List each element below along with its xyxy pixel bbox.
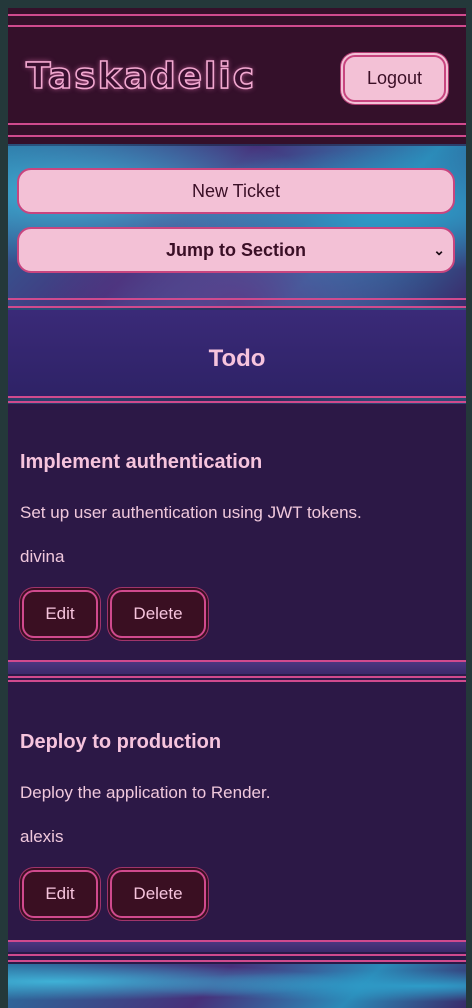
delete-button[interactable]: Delete <box>110 870 206 918</box>
jump-to-section-select[interactable]: Jump to Section ⌄ <box>17 227 455 273</box>
header-top-line <box>8 14 466 16</box>
edit-button[interactable]: Edit <box>22 590 98 638</box>
divider-line <box>8 954 466 956</box>
ticket-card: Implement authentication Set up user aut… <box>8 404 466 660</box>
card-gap <box>8 662 466 674</box>
divider-line <box>8 676 466 678</box>
divider-line <box>8 401 466 403</box>
header: Taskadelic Logout <box>8 8 466 144</box>
logout-button[interactable]: Logout <box>343 55 446 102</box>
chevron-down-icon: ⌄ <box>433 242 445 258</box>
delete-button[interactable]: Delete <box>110 590 206 638</box>
divider-line <box>8 306 466 308</box>
ticket-description: Set up user authentication using JWT tok… <box>20 503 362 522</box>
app-frame: Taskadelic Logout New Ticket Jump to Sec… <box>8 8 466 1008</box>
ticket-card: Deploy to production Deploy the applicat… <box>8 682 466 940</box>
background-band <box>8 964 466 1008</box>
divider-line <box>8 396 466 398</box>
section-title: Todo <box>208 345 266 372</box>
ticket-assignee: divina <box>20 547 65 566</box>
header-bottom-line-inner <box>8 123 466 125</box>
ticket-title: Implement authentication <box>20 451 263 473</box>
new-ticket-button[interactable]: New Ticket <box>17 168 455 214</box>
header-top-line-inner <box>8 25 466 27</box>
divider-line <box>8 960 466 962</box>
app-logo: Taskadelic <box>25 55 257 98</box>
header-bottom-line <box>8 135 466 137</box>
action-bar: New Ticket Jump to Section ⌄ <box>8 146 466 306</box>
card-gap <box>8 942 466 952</box>
divider-line <box>8 298 466 300</box>
section-header-todo: Todo <box>8 310 466 398</box>
jump-select-label: Jump to Section <box>165 239 306 260</box>
ticket-description: Deploy the application to Render. <box>20 783 271 802</box>
edit-button[interactable]: Edit <box>22 870 98 918</box>
ticket-assignee: alexis <box>20 827 64 846</box>
ticket-title: Deploy to production <box>20 731 222 753</box>
